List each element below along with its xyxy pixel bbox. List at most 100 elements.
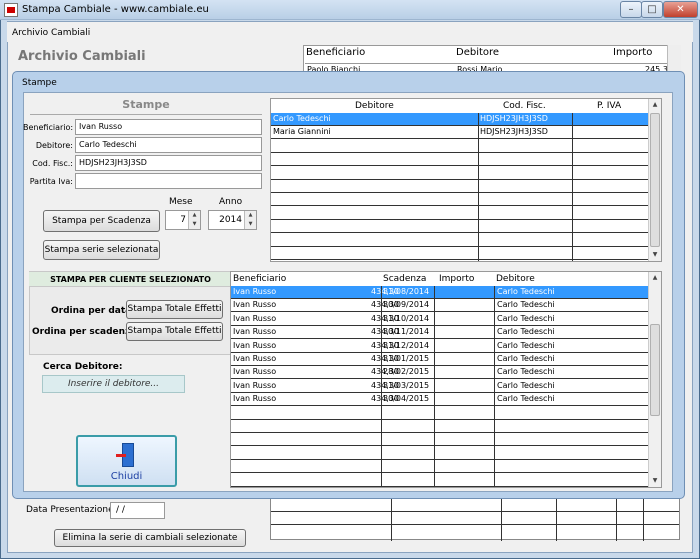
scroll-up-icon[interactable]: ▲ xyxy=(649,272,661,284)
dialog-title: Stampe xyxy=(22,78,57,88)
table-row[interactable]: Ivan Russo 28/02/2015 434,30 Carlo Tedeschi xyxy=(231,366,649,380)
stampa-serie-button[interactable]: Stampa serie selezionata xyxy=(43,240,160,260)
table-row[interactable]: Ivan Russo 31/01/2015 434,30 Carlo Tedeschi xyxy=(231,353,649,366)
table-cell: Ivan Russo xyxy=(233,340,277,350)
ordina-scadenza-label: Ordina per scadenza: xyxy=(32,327,140,337)
app-icon xyxy=(4,3,18,17)
table-row[interactable]: Ivan Russo 31/12/2014 434,30 Carlo Tedeschi xyxy=(231,340,649,353)
cerca-debitore-input[interactable]: Inserire il debitore... xyxy=(42,375,185,393)
table-cell: Ivan Russo xyxy=(233,380,277,390)
cerca-debitore-label: Cerca Debitore: xyxy=(43,362,123,372)
table-row[interactable]: Ivan Russo 30/04/2015 434,30 Carlo Tedeschi xyxy=(231,393,649,407)
table-cell: Carlo Tedeschi xyxy=(273,114,331,123)
spin-up-icon[interactable]: ▲ ▼ xyxy=(188,211,200,229)
table-row[interactable]: Ivan Russo 31/03/2015 434,30 Carlo Tedeschi xyxy=(231,380,649,393)
maximize-icon[interactable]: □ xyxy=(641,1,663,18)
table-cell: Maria Giannini xyxy=(273,127,331,137)
beneficiario-field[interactable]: Ivan Russo xyxy=(75,119,262,135)
title-bar: Stampa Cambiale - www.cambiale.eu – □ ✕ xyxy=(0,0,700,20)
debitore-field[interactable]: Carlo Tedeschi xyxy=(75,137,262,153)
table-row[interactable]: Ivan Russo 31/10/2014 434,30 Carlo Tedeschi xyxy=(231,313,649,326)
table-cell: Ivan Russo xyxy=(233,394,277,404)
table-row[interactable] xyxy=(271,193,649,207)
table-row[interactable] xyxy=(271,220,649,234)
debitore-label: Debitore: xyxy=(35,141,73,150)
scroll-thumb[interactable] xyxy=(650,324,660,416)
mese-stepper[interactable]: 7 ▲ ▼ xyxy=(165,210,201,230)
stampa-totale-scadenza-button[interactable]: Stampa Totale Effetti xyxy=(126,322,223,341)
piva-field[interactable] xyxy=(75,173,262,189)
chiudi-label: Chiudi xyxy=(110,471,143,482)
table-cell: Carlo Tedeschi xyxy=(497,340,555,350)
table-cell: Ivan Russo xyxy=(233,313,277,323)
stampe-heading: Stampe xyxy=(122,98,170,111)
table-row[interactable]: Ivan Russo 31/08/2014 434,30 Carlo Tedeschi xyxy=(231,286,649,299)
table-row[interactable] xyxy=(271,247,649,260)
table-cell: Carlo Tedeschi xyxy=(497,367,555,377)
chiudi-button[interactable]: Chiudi xyxy=(76,435,177,487)
grid-header-scadenza: Scadenza xyxy=(383,274,427,284)
archive-header-debitore: Debitore xyxy=(456,47,500,58)
table-cell: 434,30 xyxy=(371,300,399,310)
table-cell: 434,30 xyxy=(371,313,399,323)
debitori-grid[interactable]: Debitore Cod. Fisc. P. IVA Carlo Tedesch… xyxy=(270,98,662,262)
table-cell: Carlo Tedeschi xyxy=(497,313,555,323)
table-row[interactable]: Ivan Russo 30/09/2014 434,30 Carlo Tedeschi xyxy=(231,299,649,313)
effetti-grid[interactable]: Beneficiario Scadenza Importo Debitore I… xyxy=(230,271,662,488)
table-cell: 434,30 xyxy=(371,327,399,337)
effetti-scrollbar[interactable]: ▲ ▼ xyxy=(648,272,661,487)
table-row[interactable] xyxy=(271,167,649,180)
minimize-icon[interactable]: – xyxy=(620,1,642,18)
table-row[interactable] xyxy=(231,474,649,487)
table-cell: 434,30 xyxy=(371,394,399,404)
table-row[interactable] xyxy=(231,420,649,433)
stampa-totale-data-button[interactable]: Stampa Totale Effetti xyxy=(126,300,223,319)
table-cell: Carlo Tedeschi xyxy=(497,380,555,390)
anno-stepper[interactable]: 2014 ▲ ▼ xyxy=(208,210,257,230)
table-row[interactable] xyxy=(271,234,649,247)
scroll-down-icon[interactable]: ▼ xyxy=(649,249,661,261)
grid-header-importo: Importo xyxy=(439,274,475,284)
scroll-up-icon[interactable]: ▲ xyxy=(649,99,661,111)
archive-header-beneficiario: Beneficiario xyxy=(306,47,366,58)
table-row[interactable]: Maria Giannini HDJSH23JH3J3SD xyxy=(271,126,649,140)
codfisc-field[interactable]: HDJSH23JH3J3SD xyxy=(75,155,262,171)
stampa-per-scadenza-button[interactable]: Stampa per Scadenza xyxy=(43,210,160,232)
data-presentazione-field[interactable]: / / xyxy=(110,502,165,519)
table-row[interactable] xyxy=(271,180,649,193)
table-row[interactable] xyxy=(231,433,649,447)
menu-item-archivio[interactable]: Archivio Cambiali xyxy=(12,28,90,38)
table-cell: 434,30 xyxy=(371,287,399,296)
table-row[interactable] xyxy=(231,447,649,460)
table-cell: Ivan Russo xyxy=(233,287,277,296)
elimina-serie-button[interactable]: Elimina la serie di cambiali selezionate xyxy=(54,529,246,547)
data-presentazione-label: Data Presentazione: xyxy=(26,505,117,515)
scroll-thumb[interactable] xyxy=(650,113,660,247)
menu-bar: Archivio Cambiali xyxy=(7,22,693,42)
table-cell: Carlo Tedeschi xyxy=(497,300,555,310)
table-row[interactable] xyxy=(231,460,649,474)
archive-grid-lower[interactable] xyxy=(270,498,680,541)
table-cell: Carlo Tedeschi xyxy=(497,327,555,337)
archive-title: Archivio Cambiali xyxy=(18,49,146,64)
grid-header-codfisc: Cod. Fisc. xyxy=(503,101,546,111)
spin-down-icon[interactable]: ▲ ▼ xyxy=(244,211,256,229)
scroll-down-icon[interactable]: ▼ xyxy=(649,475,661,487)
stampa-cliente-title: STAMPA PER CLIENTE SELEZIONATO xyxy=(29,272,232,287)
mese-value: 7 xyxy=(180,215,186,225)
table-row[interactable] xyxy=(271,207,649,220)
table-row[interactable]: Ivan Russo 30/11/2014 434,30 Carlo Tedeschi xyxy=(231,326,649,340)
piva-label: Partita Iva: xyxy=(29,177,73,186)
table-row[interactable] xyxy=(271,153,649,167)
table-row[interactable] xyxy=(231,407,649,420)
table-cell: Ivan Russo xyxy=(233,354,277,363)
table-row[interactable]: Carlo Tedeschi HDJSH23JH3J3SD xyxy=(271,113,649,126)
grid-header-beneficiario: Beneficiario xyxy=(233,274,287,284)
table-row[interactable] xyxy=(271,140,649,153)
close-icon[interactable]: ✕ xyxy=(663,1,698,18)
exit-door-icon xyxy=(116,443,136,469)
ordina-data-label: Ordina per data: xyxy=(51,306,135,316)
debitori-scrollbar[interactable]: ▲ ▼ xyxy=(648,99,661,261)
table-cell: HDJSH23JH3J3SD xyxy=(480,114,548,123)
grid-header-piva: P. IVA xyxy=(597,101,622,111)
